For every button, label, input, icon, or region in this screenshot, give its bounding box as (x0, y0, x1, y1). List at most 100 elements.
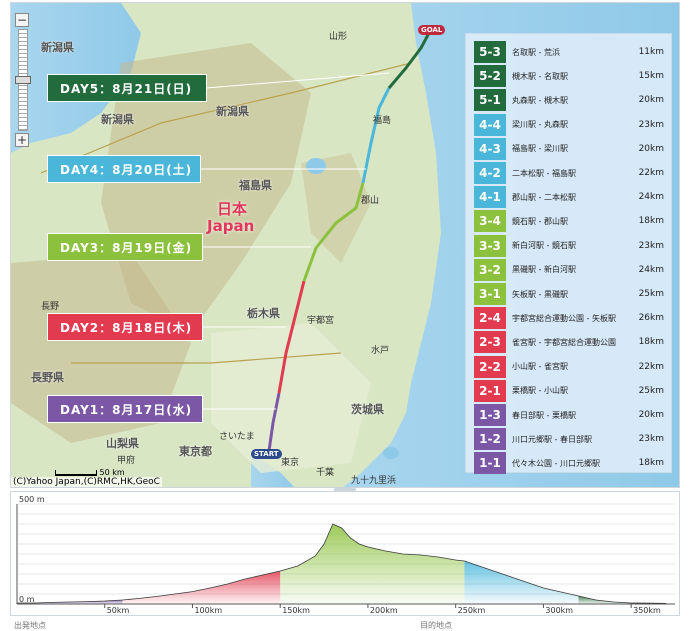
stage-name: 二本松駅 - 福島駅 (512, 168, 576, 178)
x-tick-label: 300km (545, 606, 573, 615)
goal-marker[interactable]: GOAL (418, 25, 446, 35)
profile-segment-day4 (464, 561, 579, 604)
elevation-profile[interactable]: 500 m 0 m 50km 100km 150km 200km 250km 300km 350… (10, 491, 680, 616)
day-label-1[interactable]: DAY1：8月17日(水) (47, 395, 203, 423)
pref-label: 東京都 (179, 445, 212, 458)
stage-badge: 2-2 (474, 355, 506, 378)
stage-name: 郡山駅 - 二本松駅 (512, 192, 576, 202)
pref-label: 新潟県 (101, 113, 134, 126)
legend-row[interactable]: 3-3 新白河駅 - 鏡石駅 23km (474, 234, 664, 257)
stage-name: 鏡石駅 - 郡山駅 (512, 216, 568, 226)
pref-label: 茨城県 (351, 403, 384, 416)
stage-distance: 26km (638, 313, 664, 324)
legend-row[interactable]: 4-1 郡山駅 - 二本松駅 24km (474, 186, 664, 209)
legend-row[interactable]: 4-4 梁川駅 - 丸森駅 23km (474, 113, 664, 136)
stage-badge: 3-1 (474, 283, 506, 305)
x-tick-label: 200km (370, 606, 398, 615)
zoom-out-button[interactable]: − (15, 13, 29, 27)
legend-row[interactable]: 2-2 小山駅 - 雀宮駅 22km (474, 355, 664, 378)
stage-name: 新白河駅 - 鏡石駅 (512, 241, 576, 251)
legend-row[interactable]: 5-3 名取駅 - 荒浜 11km (474, 41, 664, 63)
legend-row[interactable]: 3-1 矢板駅 - 黒磯駅 25km (474, 283, 664, 305)
zoom-control: − + (15, 13, 31, 147)
day-label-3[interactable]: DAY3：8月19日(金) (47, 233, 203, 261)
legend-row[interactable]: 1-2 川口元郷駅 - 春日部駅 23km (474, 428, 664, 451)
city-label: 水戸 (371, 346, 390, 356)
stage-name: 槻木駅 - 名取駅 (512, 71, 568, 81)
map-view[interactable]: − + 新潟県 新潟県 福島県 新潟県 栃木県 茨城県 長野県 山梨県 東京都 … (10, 2, 680, 488)
zoom-slider-thumb[interactable] (15, 76, 31, 84)
stage-badge: 4-3 (474, 137, 506, 160)
stage-badge: 3-2 (474, 258, 506, 281)
pref-label: 栃木県 (247, 307, 280, 320)
city-label: 九十九里浜 (351, 476, 397, 486)
footer-right: 目的地点 (420, 621, 452, 630)
city-label: 甲府 (117, 456, 136, 466)
legend-row[interactable]: 3-4 鏡石駅 - 郡山駅 18km (474, 210, 664, 233)
stage-badge: 2-1 (474, 379, 506, 402)
stage-name: 宇都宮総合運動公園 - 矢板駅 (512, 313, 616, 323)
stage-legend: 5-3 名取駅 - 荒浜 11km 5-2 槻木駅 - 名取駅 15km 5-1 丸森駅 - … (465, 33, 672, 475)
day-label-2[interactable]: DAY2：8月18日(木) (47, 313, 203, 341)
stage-name: 丸森駅 - 槻木駅 (512, 95, 568, 105)
zoom-slider[interactable] (15, 29, 31, 131)
city-label: 長野 (41, 302, 60, 312)
stage-distance: 15km (638, 71, 664, 82)
stage-distance: 23km (638, 240, 664, 251)
map-title-en: Japan (207, 217, 255, 235)
stage-distance: 24km (638, 264, 664, 275)
stage-distance: 20km (638, 95, 664, 106)
x-tick-label: 150km (282, 606, 310, 615)
x-tick-label: 100km (194, 606, 222, 615)
elevation-chart: 500 m 0 m 50km 100km 150km 200km 250km 300km 350… (16, 495, 675, 615)
stage-badge: 4-1 (474, 186, 506, 209)
legend-row[interactable]: 2-3 雀宮駅 - 宇都宮総合運動公園 18km (474, 331, 664, 354)
legend-row[interactable]: 2-1 栗橋駅 - 小山駅 25km (474, 379, 664, 402)
stage-distance: 18km (638, 458, 664, 469)
stage-distance: 18km (638, 337, 664, 348)
city-label: 郡山 (361, 196, 380, 206)
legend-row[interactable]: 4-2 二本松駅 - 福島駅 22km (474, 162, 664, 184)
stage-name: 栗橋駅 - 小山駅 (512, 386, 568, 396)
stage-badge: 2-4 (474, 307, 506, 330)
pref-label: 福島県 (239, 179, 272, 192)
x-tick-label: 50km (107, 606, 130, 615)
stage-badge: 5-3 (474, 41, 506, 63)
map-scale-label: 50 km (99, 468, 125, 477)
pref-label: 山梨県 (106, 437, 139, 450)
stage-distance: 25km (638, 385, 664, 396)
stage-badge: 2-3 (474, 331, 506, 354)
legend-row[interactable]: 3-2 黒磯駅 - 新白河駅 24km (474, 258, 664, 281)
stage-badge: 3-3 (474, 234, 506, 257)
day-label-4[interactable]: DAY4：8月20日(土) (47, 155, 201, 183)
city-label: さいたま (219, 432, 255, 442)
stage-distance: 22km (638, 361, 664, 372)
x-tick-label: 250km (458, 606, 486, 615)
legend-row[interactable]: 5-1 丸森駅 - 槻木駅 20km (474, 89, 664, 112)
stage-name: 川口元郷駅 - 春日部駅 (512, 434, 592, 444)
stage-distance: 20km (638, 143, 664, 154)
map-scale: 50 km (55, 468, 125, 477)
city-label: 千葉 (316, 468, 335, 478)
day-label-5[interactable]: DAY5：8月21日(日) (47, 74, 207, 102)
stage-badge: 1-2 (474, 428, 506, 451)
city-label: 山形 (329, 32, 348, 42)
map-copyright: (C)Yahoo Japan,(C)RMC,HK,GeoC (11, 477, 162, 487)
stage-distance: 20km (638, 410, 664, 420)
legend-row[interactable]: 1-1 代々木公園 - 川口元郷駅 18km (474, 452, 664, 475)
stage-badge: 5-2 (474, 65, 506, 88)
profile-segment-day2 (122, 571, 281, 604)
legend-row[interactable]: 1-3 春日部駅 - 栗橋駅 20km (474, 404, 664, 426)
stage-name: 雀宮駅 - 宇都宮総合運動公園 (512, 337, 616, 347)
zoom-in-button[interactable]: + (15, 133, 29, 147)
stage-distance: 18km (638, 216, 664, 227)
legend-row[interactable]: 2-4 宇都宮総合運動公園 - 矢板駅 26km (474, 307, 664, 330)
stage-name: 黒磯駅 - 新白河駅 (512, 265, 576, 275)
stage-badge: 4-2 (474, 162, 506, 184)
stage-badge: 3-4 (474, 210, 506, 233)
city-label: 宇都宮 (307, 316, 335, 326)
legend-row[interactable]: 5-2 槻木駅 - 名取駅 15km (474, 65, 664, 88)
stage-badge: 4-4 (474, 113, 506, 136)
start-marker[interactable]: START (251, 449, 282, 459)
legend-row[interactable]: 4-3 福島駅 - 梁川駅 20km (474, 137, 664, 160)
